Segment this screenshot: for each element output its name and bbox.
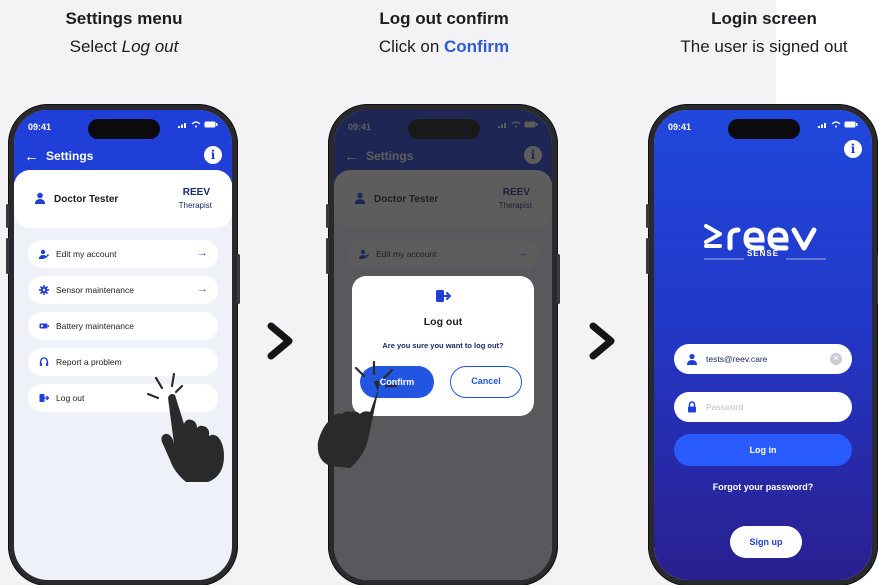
dynamic-island [728, 119, 800, 139]
status-time: 09:41 [668, 122, 692, 132]
profile-brand: REEV [182, 187, 210, 198]
step-subtitle: Click on Confirm [324, 34, 564, 60]
wifi-icon [831, 121, 841, 128]
forgot-password-link[interactable]: Forgot your password? [654, 482, 872, 492]
logout-icon [436, 290, 451, 302]
info-icon[interactable]: i [204, 146, 222, 164]
step-title: Log out confirm [379, 9, 509, 28]
arrow-right-icon: → [197, 283, 208, 295]
password-placeholder: Password [706, 402, 744, 412]
signal-icon [178, 123, 186, 128]
menu-item-label: Log out [56, 393, 85, 403]
battery-icon [39, 323, 49, 329]
chevron-right-icon [589, 322, 615, 360]
step-subtitle-emphasis: Log out [121, 37, 179, 56]
step-caption-1: Settings menu Select Log out [4, 8, 244, 60]
user-icon [35, 192, 45, 204]
wifi-icon [191, 121, 201, 128]
step-subtitle-prefix: Click on [378, 37, 444, 56]
user-icon [687, 353, 697, 365]
step-caption-2: Log out confirm Click on Confirm [324, 8, 564, 60]
logout-icon [39, 394, 49, 402]
dialog-question: Are you sure you want to log out? [382, 341, 504, 350]
step-subtitle: Select Log out [4, 34, 244, 60]
clear-input-icon[interactable]: ✕ [830, 353, 842, 365]
page-title: Settings [46, 149, 94, 163]
tap-hand-icon [317, 360, 398, 468]
status-icons [818, 121, 858, 128]
profile-role: Therapist [178, 201, 212, 210]
phone-settings: ← Settings i 09:41 Doctor Tester REEV Th… [6, 104, 240, 585]
dialog-title: Log out [423, 316, 463, 328]
step-subtitle: The user is signed out [680, 37, 848, 56]
logout-screen: ← Settings i 09:41 Doctor Tester REEV Th… [334, 110, 552, 580]
step-subtitle-prefix: Select [69, 37, 122, 56]
menu-item-label: Sensor maintenance [56, 285, 134, 295]
step-title: Login screen [711, 9, 817, 28]
menu-item-edit-account[interactable]: Edit my account → [28, 240, 218, 268]
email-value: tests@reev.care [706, 354, 768, 364]
battery-status-icon [204, 121, 218, 128]
step-subtitle-emphasis: Confirm [444, 37, 510, 56]
battery-status-icon [844, 121, 858, 128]
arrow-right-icon: → [197, 247, 208, 259]
menu-item-label: Battery maintenance [56, 321, 134, 331]
gear-icon [39, 285, 49, 295]
dynamic-island [88, 119, 160, 139]
login-screen: 09:41 i SENSE tests@reev.care ✕ Password… [654, 110, 872, 580]
status-time: 09:41 [28, 122, 52, 132]
email-field[interactable]: tests@reev.care ✕ [674, 344, 852, 374]
menu-item-battery-maintenance[interactable]: Battery maintenance [28, 312, 218, 340]
info-icon[interactable]: i [844, 140, 862, 158]
profile-name: Doctor Tester [54, 194, 119, 205]
status-icons [178, 121, 218, 128]
login-button[interactable]: Log in [674, 434, 852, 466]
chevron-right-icon [267, 322, 293, 360]
user-edit-icon [39, 249, 49, 259]
menu-item-label: Report a problem [56, 357, 122, 367]
phone-login: 09:41 i SENSE tests@reev.care ✕ Password… [646, 104, 878, 585]
menu-item-label: Edit my account [56, 249, 117, 259]
lock-icon [688, 401, 696, 413]
settings-screen: ← Settings i 09:41 Doctor Tester REEV Th… [14, 110, 232, 580]
back-arrow-icon[interactable]: ← [24, 148, 39, 165]
password-field[interactable]: Password [674, 392, 852, 422]
signup-button[interactable]: Sign up [730, 526, 802, 558]
step-title: Settings menu [65, 9, 183, 28]
phone-logout-confirm: ← Settings i 09:41 Doctor Tester REEV Th… [326, 104, 560, 585]
cancel-button[interactable]: Cancel [450, 366, 522, 398]
signal-icon [818, 123, 826, 128]
tap-hand-icon [146, 372, 224, 482]
step-caption-3: Login screen The user is signed out [644, 8, 878, 60]
profile-card: Doctor Tester REEV Therapist [14, 170, 232, 228]
menu-item-sensor-maintenance[interactable]: Sensor maintenance → [28, 276, 218, 304]
headset-icon [39, 357, 49, 366]
logo-subtitle: SENSE [746, 249, 780, 258]
reev-logo [704, 224, 826, 260]
